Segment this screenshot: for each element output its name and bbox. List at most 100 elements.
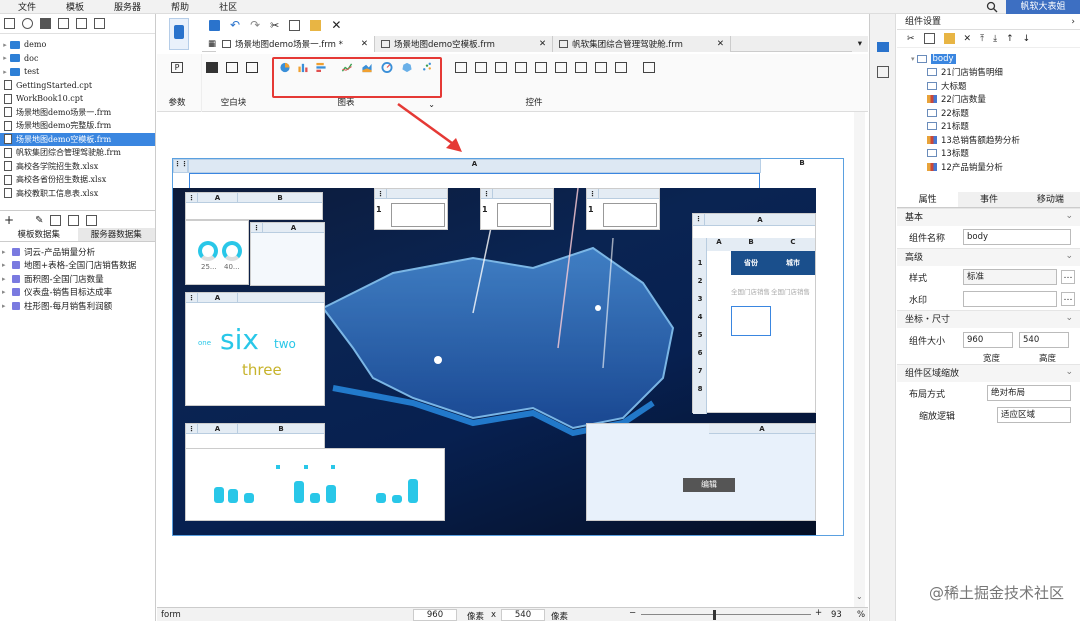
params-dataset-icon[interactable] bbox=[86, 214, 98, 226]
paste-icon[interactable] bbox=[310, 19, 322, 31]
dataset-item[interactable]: ▸ 面积图-全国门店数量 bbox=[0, 272, 155, 286]
text-control-icon[interactable] bbox=[455, 62, 467, 73]
tab-attributes[interactable]: 属性 bbox=[897, 192, 959, 207]
watermark-input[interactable] bbox=[963, 291, 1057, 307]
dataset-item[interactable]: ▸ 柱形图-每月销售利润额 bbox=[0, 299, 155, 313]
zoom-thumb[interactable] bbox=[713, 610, 716, 620]
component-item[interactable]: 大标题 bbox=[911, 79, 1080, 93]
zoom-out-icon[interactable]: − bbox=[629, 608, 636, 618]
collapse-icon[interactable]: › bbox=[1071, 17, 1075, 27]
expand-icon[interactable]: ▸ bbox=[0, 41, 10, 49]
list-icon[interactable] bbox=[94, 18, 105, 29]
dataset-item[interactable]: ▸ 词云-产品销量分析 bbox=[0, 245, 155, 259]
scale-select[interactable]: 适应区域 bbox=[997, 407, 1071, 423]
edit-dataset-icon[interactable]: ✎ bbox=[35, 215, 43, 226]
zoom-value[interactable]: 93 bbox=[831, 610, 842, 620]
component-item[interactable]: 21标题 bbox=[911, 120, 1080, 134]
component-item[interactable]: 22标题 bbox=[911, 106, 1080, 120]
move-bottom-icon[interactable]: ⤓ bbox=[993, 34, 997, 44]
edit-widget[interactable]: A 编辑 bbox=[586, 423, 816, 521]
width-input[interactable]: 960 bbox=[413, 609, 457, 621]
date-control-icon[interactable] bbox=[535, 62, 547, 73]
expand-icon[interactable]: ▸ bbox=[2, 302, 10, 310]
tree-folder[interactable]: ▸ demo bbox=[0, 38, 155, 52]
tab-close-icon[interactable]: ✕ bbox=[361, 39, 368, 49]
expand-icon[interactable]: ▾ bbox=[911, 55, 915, 63]
save-icon[interactable] bbox=[209, 19, 220, 31]
style-input[interactable]: 标准 bbox=[963, 269, 1057, 285]
watermark-more-button[interactable]: … bbox=[1061, 292, 1075, 306]
tree-file[interactable]: 高校教职工信息表.xlsx bbox=[0, 187, 155, 201]
redo-icon[interactable]: ↷ bbox=[250, 18, 260, 32]
grid-icon[interactable] bbox=[58, 18, 69, 29]
absolute-block-icon[interactable] bbox=[246, 62, 258, 73]
list-control-icon[interactable] bbox=[575, 62, 587, 73]
component-name-input[interactable]: body bbox=[963, 229, 1071, 245]
tree-file[interactable]: 场景地图demo空模板.frm bbox=[0, 132, 155, 146]
radio-control-icon[interactable] bbox=[615, 62, 627, 73]
search-control-icon[interactable] bbox=[643, 62, 655, 73]
component-item[interactable]: 12产品销量分析 bbox=[911, 160, 1080, 174]
tab-mobile[interactable]: 移动端 bbox=[1019, 192, 1080, 207]
column-b-header[interactable]: B bbox=[761, 159, 843, 173]
component-item[interactable]: 21门店销售明细 bbox=[911, 66, 1080, 80]
widget-stacked[interactable]: ⋮ A bbox=[250, 222, 325, 286]
move-down-icon[interactable]: ↓ bbox=[1023, 34, 1031, 44]
gauge-widget[interactable]: 25... 40... bbox=[185, 220, 249, 285]
expand-icon[interactable]: ▸ bbox=[2, 248, 10, 256]
section-coordinates[interactable]: 坐标・尺寸 bbox=[897, 309, 1080, 328]
number-control-icon[interactable] bbox=[475, 62, 487, 73]
new-folder-icon[interactable] bbox=[4, 18, 15, 29]
undo-icon[interactable]: ↶ bbox=[230, 18, 240, 32]
copy-icon[interactable] bbox=[923, 33, 935, 44]
menu-server[interactable]: 服务器 bbox=[114, 0, 141, 13]
corner-handle[interactable]: ⋮⋮ bbox=[173, 159, 188, 173]
close-icon[interactable]: ✕ bbox=[331, 18, 341, 32]
section-advanced[interactable]: 高级 bbox=[897, 247, 1080, 266]
move-up-icon[interactable]: ↑ bbox=[1006, 34, 1014, 44]
component-item[interactable]: 13标题 bbox=[911, 147, 1080, 161]
editor-tab-3[interactable]: 帆软集团综合管理驾驶舱.frm ✕ bbox=[553, 36, 732, 52]
tree-file[interactable]: GettingStarted.cpt bbox=[0, 79, 155, 93]
section-basic[interactable]: 基本 bbox=[897, 207, 1080, 226]
height-input[interactable]: 540 bbox=[501, 609, 545, 621]
column-a-header[interactable]: A bbox=[188, 159, 761, 173]
checkbox-control-icon[interactable] bbox=[595, 62, 607, 73]
menu-help[interactable]: 帮助 bbox=[171, 0, 189, 13]
preview-dataset-icon[interactable] bbox=[68, 214, 80, 226]
tree-file[interactable]: 场景地图demo场景一.frm bbox=[0, 106, 155, 120]
menu-template[interactable]: 模板 bbox=[66, 0, 84, 13]
paste-icon[interactable] bbox=[943, 33, 955, 44]
param-icon[interactable]: P bbox=[171, 62, 183, 73]
component-settings-icon[interactable] bbox=[877, 42, 889, 52]
edit-button[interactable]: 编辑 bbox=[683, 478, 735, 492]
tab-block-icon[interactable] bbox=[226, 62, 238, 73]
header-province[interactable]: 省份 bbox=[731, 251, 771, 275]
tab-events[interactable]: 事件 bbox=[958, 192, 1020, 207]
user-button[interactable]: 帆软大表姐 bbox=[1006, 0, 1080, 14]
editor-tab-1[interactable]: 场景地图demo场景一.frm * ✕ bbox=[216, 36, 376, 52]
style-more-button[interactable]: … bbox=[1061, 270, 1075, 284]
expand-icon[interactable]: ▸ bbox=[2, 261, 10, 269]
widget-number-1[interactable]: ⋮ 1 bbox=[374, 188, 448, 230]
password-control-icon[interactable] bbox=[495, 62, 507, 73]
component-item[interactable]: ▾ body bbox=[911, 52, 1080, 66]
delete-icon[interactable] bbox=[76, 18, 87, 29]
component-height-input[interactable]: 540 bbox=[1019, 332, 1069, 348]
tree-file[interactable]: 帆软集团综合管理驾驶舱.frm bbox=[0, 146, 155, 160]
tab-menu-icon[interactable]: ▾ bbox=[851, 36, 868, 52]
layout-select[interactable]: 绝对布局 bbox=[987, 385, 1071, 401]
tree-file[interactable]: 高校各学院招生数.xlsx bbox=[0, 160, 155, 174]
button-control-icon[interactable] bbox=[555, 62, 567, 73]
zoom-in-icon[interactable]: + bbox=[815, 608, 822, 618]
tree-folder[interactable]: ▸ doc bbox=[0, 52, 155, 66]
delete-icon[interactable]: ✕ bbox=[964, 34, 972, 44]
expand-icon[interactable]: ▸ bbox=[0, 54, 10, 62]
component-item[interactable]: 22门店数量 bbox=[911, 93, 1080, 107]
blank-block-icon[interactable] bbox=[206, 62, 218, 73]
tab-close-icon[interactable]: ✕ bbox=[539, 39, 546, 49]
column-chart-widget[interactable] bbox=[185, 448, 445, 521]
open-icon[interactable] bbox=[40, 18, 51, 29]
cut-icon[interactable]: ✂ bbox=[907, 34, 915, 44]
template-icon[interactable] bbox=[169, 18, 189, 50]
